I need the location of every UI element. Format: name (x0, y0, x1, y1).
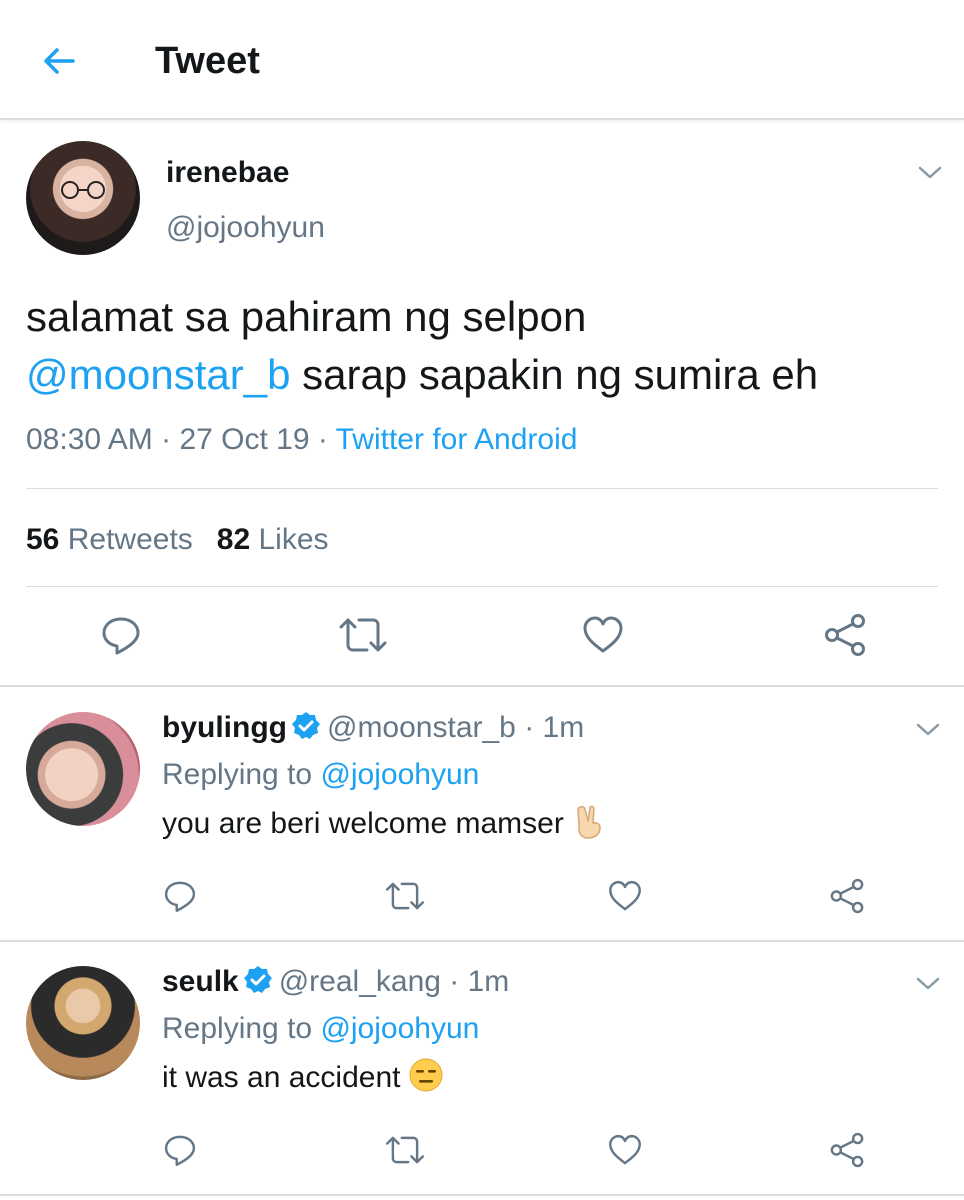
reply-time: · 1m (515, 711, 585, 744)
reply-button[interactable] (98, 612, 144, 658)
page-title: Tweet (155, 40, 260, 82)
section-separator (0, 940, 964, 942)
reply-button[interactable] (160, 1130, 200, 1170)
replying-to-mention[interactable]: @jojoohyun (320, 1012, 479, 1045)
verified-badge-icon (243, 966, 272, 993)
back-button[interactable] (36, 38, 82, 84)
reply-icon (102, 617, 140, 655)
divider (26, 488, 938, 489)
share-button[interactable] (827, 1130, 867, 1170)
share-button[interactable] (822, 612, 868, 658)
reply-display-name[interactable]: seulk (162, 965, 239, 998)
share-icon (825, 614, 865, 656)
retweets-label: Retweets (67, 523, 193, 556)
share-icon (830, 1132, 864, 1168)
share-icon (830, 878, 864, 914)
meta-separator: · (152, 423, 180, 456)
divider (26, 586, 938, 587)
like-icon (609, 1134, 641, 1165)
avatar[interactable] (26, 141, 140, 255)
retweet-button[interactable] (382, 876, 428, 916)
retweets-stat[interactable]: 56 Retweets (26, 523, 193, 556)
likes-count: 82 (216, 523, 251, 556)
reply-display-name[interactable]: byulingg (162, 711, 287, 744)
top-app-bar: Tweet (0, 0, 964, 120)
retweet-icon (339, 618, 387, 652)
retweet-button[interactable] (382, 1130, 428, 1170)
replying-to-mention[interactable]: @jojoohyun (320, 758, 479, 791)
reply-header: seulk @real_kang · 1m (162, 964, 509, 1000)
reply-handle[interactable]: @moonstar_b (327, 711, 516, 744)
user-handle[interactable]: @jojoohyun (166, 210, 325, 246)
replying-to-label: Replying to (162, 1012, 321, 1045)
reply-avatar[interactable] (26, 712, 140, 826)
tweet-time: 08:30 AM (26, 423, 153, 456)
mention-link[interactable]: @moonstar_b (26, 351, 290, 398)
reply-icon (164, 881, 196, 912)
retweet-icon (386, 1136, 424, 1164)
retweet-icon (386, 882, 424, 910)
tweet-meta: 08:30 AM · 27 Oct 19 · Twitter for Andro… (26, 420, 577, 460)
like-button[interactable] (605, 1130, 645, 1170)
expressionless-face-emoji (409, 1058, 443, 1092)
replying-to: Replying to @jojoohyun (162, 757, 479, 793)
reply-icon (164, 1135, 196, 1166)
replying-to: Replying to @jojoohyun (162, 1011, 479, 1047)
reply-handle[interactable]: @real_kang (279, 965, 441, 998)
reply-button[interactable] (160, 876, 200, 916)
avatar-image (61, 181, 105, 199)
tweet-text-rest: sarap sapakin ng sumira eh (290, 351, 819, 398)
reply-menu-button[interactable] (913, 720, 943, 740)
share-button[interactable] (827, 876, 867, 916)
section-separator (0, 1194, 964, 1196)
likes-stat[interactable]: 82 Likes (217, 523, 329, 556)
section-separator (0, 685, 964, 687)
like-button[interactable] (580, 612, 626, 658)
like-button[interactable] (605, 876, 645, 916)
reply-header: byulingg @moonstar_b · 1m (162, 710, 584, 746)
tweet-stats: 56 Retweets 82 Likes (26, 520, 329, 560)
reply-avatar[interactable] (26, 966, 140, 1080)
display-name[interactable]: irenebae (166, 155, 289, 191)
tweet-text-line1: salamat sa pahiram ng selpon (26, 293, 587, 340)
reply-menu-button[interactable] (913, 974, 943, 994)
tweet-source-link[interactable]: Twitter for Android (336, 423, 578, 456)
chevron-down-icon (918, 166, 942, 179)
like-icon (583, 616, 623, 653)
reply-text-content: you are beri welcome mamser (162, 807, 564, 840)
tweet-menu-button[interactable] (915, 163, 945, 183)
verified-badge-icon (291, 712, 320, 739)
meta-separator: · (309, 423, 336, 456)
reply-text: it was an accident (162, 1057, 444, 1096)
tweet-text: salamat sa pahiram ng selpon @moonstar_b… (26, 288, 946, 404)
chevron-down-icon (916, 977, 940, 990)
tweet-detail-screen: Tweet irenebae @jojoohyun salamat sa pah… (0, 0, 964, 1200)
retweet-button[interactable] (337, 612, 389, 658)
retweets-count: 56 (26, 523, 60, 556)
reply-time: · 1m (440, 965, 510, 998)
like-icon (609, 880, 641, 911)
tweet-date: 27 Oct 19 (179, 423, 310, 456)
reply-text: you are beri welcome mamser (162, 803, 606, 842)
replying-to-label: Replying to (162, 758, 321, 791)
victory-hand-emoji (577, 805, 601, 839)
chevron-down-icon (916, 723, 940, 736)
reply-text-content: it was an accident (162, 1061, 401, 1094)
back-arrow-icon (44, 48, 75, 74)
likes-label: Likes (258, 523, 329, 556)
